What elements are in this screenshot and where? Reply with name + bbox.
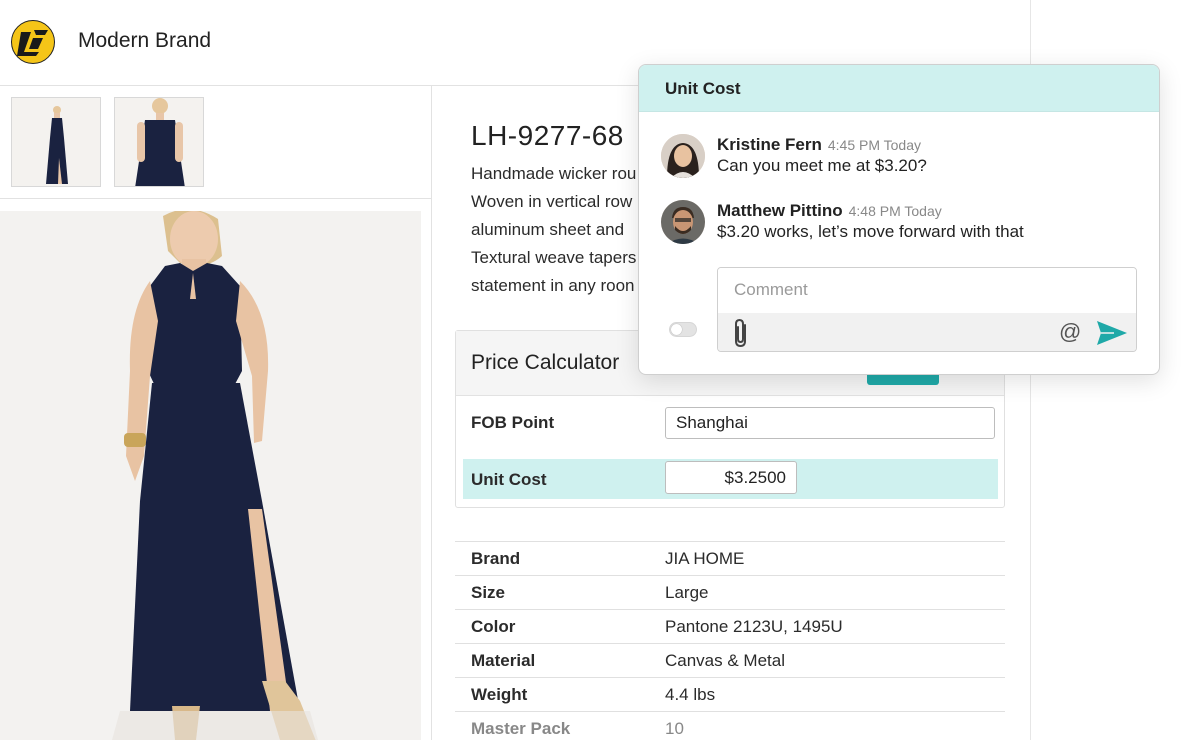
message-author: Matthew Pittino 4:48 PM Today	[717, 201, 942, 221]
author-name: Kristine Fern	[717, 135, 822, 154]
spec-row: Weight 4.4 lbs	[455, 677, 1005, 711]
fob-point-row: FOB Point	[456, 397, 1004, 447]
spec-row: Size Large	[455, 575, 1005, 609]
spec-value: 10	[665, 719, 684, 738]
spec-value: Pantone 2123U, 1495U	[665, 617, 843, 636]
thumbnail-dress-closeup[interactable]	[114, 97, 204, 187]
spec-row: Color Pantone 2123U, 1495U	[455, 609, 1005, 643]
toggle-knob	[671, 324, 682, 335]
comment-input[interactable]	[718, 268, 1136, 312]
comment-popup-header: Unit Cost	[639, 65, 1159, 112]
send-icon[interactable]	[1096, 319, 1128, 351]
description-line: Woven in vertical row	[471, 192, 633, 211]
message-timestamp: 4:48 PM Today	[848, 203, 942, 219]
comment-composer: @	[717, 267, 1137, 352]
spec-table: Brand JIA HOME Size Large Color Pantone …	[455, 541, 1005, 745]
fob-point-input[interactable]	[665, 407, 995, 439]
spec-value: 4.4 lbs	[665, 685, 716, 704]
description-line: Handmade wicker rou	[471, 164, 637, 183]
comment-message: Matthew Pittino 4:48 PM Today $3.20 works…	[661, 200, 1141, 250]
spec-row: Brand JIA HOME	[455, 541, 1005, 575]
unit-cost-input[interactable]	[665, 461, 797, 494]
message-timestamp: 4:45 PM Today	[827, 137, 921, 153]
column-divider	[431, 86, 432, 740]
description-line: aluminum sheet and	[471, 220, 625, 239]
author-name: Matthew Pittino	[717, 201, 843, 220]
avatar[interactable]	[661, 134, 705, 178]
product-description: Handmade wicker rou Woven in vertical ro…	[471, 160, 651, 300]
paperclip-icon[interactable]	[730, 317, 752, 351]
spec-key: Size	[471, 583, 506, 602]
at-mention-icon[interactable]: @	[1059, 319, 1081, 345]
thumbnail-strip	[0, 86, 431, 199]
message-text: Can you meet me at $3.20?	[717, 156, 927, 175]
comment-popup-title: Unit Cost	[665, 79, 741, 98]
description-line: statement in any roon	[471, 276, 635, 295]
spec-key: Color	[471, 617, 516, 636]
spec-key: Material	[471, 651, 536, 670]
visibility-toggle[interactable]	[669, 322, 697, 337]
unit-cost-label: Unit Cost	[471, 470, 547, 489]
avatar[interactable]	[661, 200, 705, 244]
brand-name: Modern Brand	[78, 29, 212, 52]
message-text: $3.20 works, let’s move forward with tha…	[717, 222, 1024, 241]
comment-popup: Unit Cost Kristine Fern 4:45 PM Today Can…	[638, 64, 1160, 375]
product-sku: LH-9277-68	[471, 120, 624, 151]
spec-value: Large	[665, 583, 709, 602]
spec-key: Weight	[471, 685, 528, 704]
fob-point-label: FOB Point	[471, 413, 555, 432]
thumbnail-full-dress[interactable]	[11, 97, 101, 187]
spec-value: JIA HOME	[665, 549, 745, 568]
comment-message: Kristine Fern 4:45 PM Today Can you meet …	[661, 134, 1141, 184]
description-line: Textural weave tapers	[471, 248, 637, 267]
spec-key: Brand	[471, 549, 521, 568]
spec-key: Master Pack	[471, 719, 571, 738]
price-calculator-title: Price Calculator	[471, 351, 620, 374]
spec-value: Canvas & Metal	[665, 651, 785, 670]
product-photo	[0, 211, 421, 740]
comment-toolbar: @	[718, 313, 1136, 351]
brand-logo-icon[interactable]	[11, 20, 55, 64]
unit-cost-row[interactable]: Unit Cost	[463, 459, 998, 499]
spec-row: Material Canvas & Metal	[455, 643, 1005, 677]
message-author: Kristine Fern 4:45 PM Today	[717, 135, 921, 155]
